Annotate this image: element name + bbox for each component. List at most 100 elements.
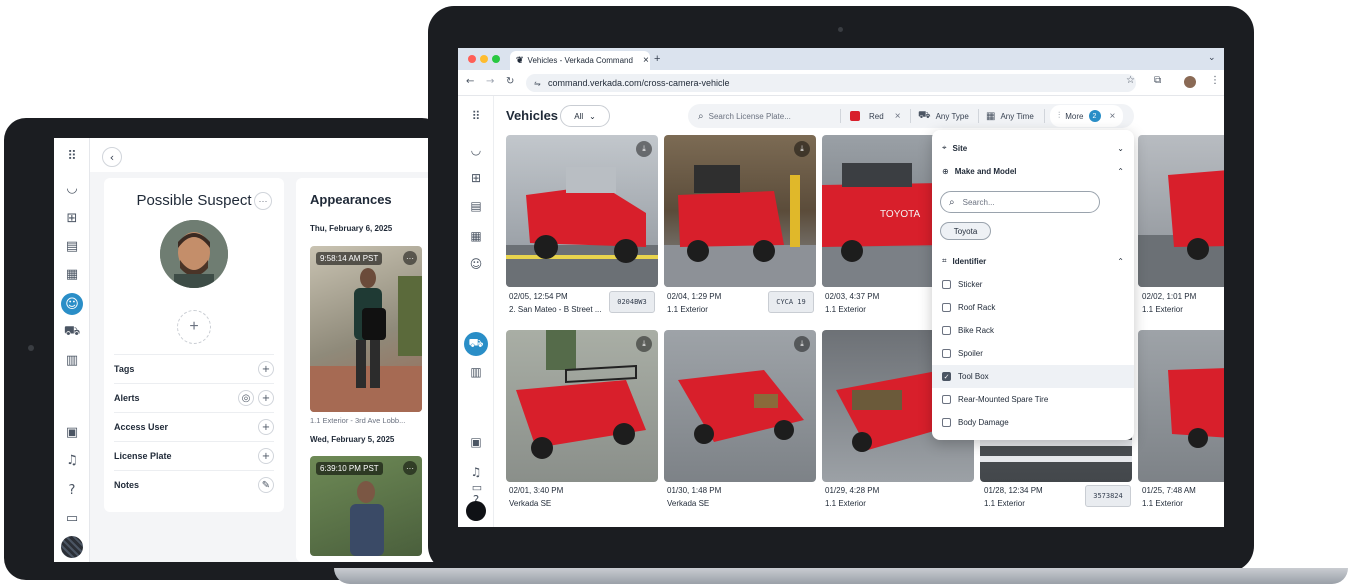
camera-icon[interactable]: ◡: [466, 140, 486, 160]
identifier-option[interactable]: Sticker: [932, 273, 1134, 296]
bookmark-star-icon[interactable]: ☆: [1126, 75, 1135, 86]
vehicle-icon[interactable]: ⛟: [464, 332, 488, 356]
report-icon[interactable]: ▦: [62, 264, 82, 284]
profile-avatar[interactable]: [1184, 76, 1196, 88]
extensions-icon[interactable]: ⧉: [1154, 75, 1161, 86]
window-maximize-icon[interactable]: [492, 55, 500, 63]
thumbnail-more-icon[interactable]: ···: [403, 251, 417, 265]
make-model-section-header[interactable]: ⊕ Make and Model ⌃: [942, 163, 1124, 179]
vehicle-tile[interactable]: [1138, 135, 1224, 287]
browser-menu-icon[interactable]: ⋮: [1210, 75, 1220, 86]
vehicle-icon[interactable]: ⛟: [62, 322, 82, 342]
add-license-plate-button[interactable]: +: [258, 448, 274, 464]
people-icon[interactable]: ☺: [61, 293, 83, 315]
back-icon[interactable]: ‹: [102, 147, 122, 167]
tab-list-icon[interactable]: ⌄: [1208, 53, 1216, 63]
download-icon[interactable]: ⤓: [636, 141, 652, 157]
checkbox-checked[interactable]: ✓: [942, 372, 951, 381]
report-icon[interactable]: ▦: [466, 226, 486, 246]
clear-more-filters-icon[interactable]: ×: [1110, 111, 1116, 122]
user-avatar[interactable]: [466, 501, 486, 521]
license-plate-search[interactable]: ⌕ Search License Plate...: [698, 104, 832, 128]
add-photo-button[interactable]: +: [177, 310, 211, 344]
site-section-header[interactable]: ⌖ Site ⌄: [942, 140, 1124, 156]
vehicle-tile[interactable]: [1138, 330, 1224, 482]
briefcase-icon[interactable]: ▭: [468, 481, 486, 495]
download-icon[interactable]: ⤓: [636, 336, 652, 352]
identifier-section-header[interactable]: ⌗ Identifier ⌃: [942, 253, 1124, 269]
reload-icon[interactable]: ↻: [506, 76, 514, 87]
edit-notes-button[interactable]: ✎: [258, 477, 274, 493]
color-filter-chip[interactable]: Red ×: [850, 104, 901, 128]
thumbnail-more-icon[interactable]: ···: [403, 461, 417, 475]
tile-location: 1.1 Exterior: [984, 499, 1025, 508]
vehicle-tile[interactable]: ⤓: [506, 330, 658, 482]
analytics-icon[interactable]: ▥: [466, 362, 486, 382]
toyota-tailgate-text: TOYOTA: [880, 209, 921, 220]
tile-location: 1.1 Exterior: [825, 305, 866, 314]
people-icon[interactable]: ☺: [466, 254, 486, 274]
vehicle-tile[interactable]: ⤓: [664, 330, 816, 482]
identifier-option[interactable]: Rear-Mounted Spare Tire: [932, 388, 1134, 411]
checkbox[interactable]: [942, 280, 951, 289]
remove-color-filter-icon[interactable]: ×: [895, 111, 901, 122]
apps-grid-icon[interactable]: ⠿: [62, 146, 82, 166]
checkbox[interactable]: [942, 418, 951, 427]
identifier-option-selected[interactable]: ✓ Tool Box: [932, 365, 1134, 388]
identifier-option[interactable]: Spoiler: [932, 342, 1134, 365]
identifier-option[interactable]: Bike Rack: [932, 319, 1134, 342]
add-alert-button[interactable]: +: [258, 390, 274, 406]
make-chip-toyota[interactable]: Toyota: [940, 222, 991, 240]
new-tab-button[interactable]: +: [654, 53, 660, 65]
make-model-search-placeholder: Search...: [962, 197, 995, 207]
back-icon[interactable]: ←: [466, 76, 474, 87]
help-icon[interactable]: ?: [62, 480, 82, 500]
chevron-up-icon: ⌃: [1117, 166, 1124, 176]
license-plate-crop[interactable]: 3573824: [1085, 485, 1131, 507]
grid-view-icon[interactable]: ⊞: [62, 208, 82, 228]
identifier-option[interactable]: Roof Rack: [932, 296, 1134, 319]
appearance-thumbnail[interactable]: 6:39:10 PM PST ···: [310, 456, 422, 556]
grid-view-icon[interactable]: ⊞: [466, 168, 486, 188]
user-avatar[interactable]: [61, 536, 83, 558]
camera-icon[interactable]: ◡: [62, 178, 82, 198]
download-icon[interactable]: ⤓: [794, 141, 810, 157]
alert-settings-button[interactable]: ◎: [238, 390, 254, 406]
bell-icon[interactable]: ♫: [466, 462, 486, 482]
license-plate-crop[interactable]: CYCA 19: [768, 291, 814, 313]
window-minimize-icon[interactable]: [480, 55, 488, 63]
forward-icon[interactable]: →: [486, 76, 494, 87]
browser-tab[interactable]: ❦ Vehicles - Verkada Command ×: [510, 51, 650, 70]
vehicle-tile[interactable]: ⤓: [506, 135, 658, 287]
identifier-option[interactable]: Body Damage: [932, 411, 1134, 434]
checkbox[interactable]: [942, 303, 951, 312]
site-info-icon[interactable]: ⇋: [534, 79, 541, 88]
download-icon[interactable]: ⤓: [794, 336, 810, 352]
time-filter-chip[interactable]: ▦ Any Time: [986, 104, 1034, 128]
make-model-search-input[interactable]: ⌕ Search...: [940, 191, 1100, 213]
add-access-user-button[interactable]: +: [258, 419, 274, 435]
archive-icon[interactable]: ▤: [62, 236, 82, 256]
add-tag-button[interactable]: +: [258, 361, 274, 377]
tab-close-icon[interactable]: ×: [643, 55, 649, 66]
appearance-thumbnail[interactable]: 9:58:14 AM PST ···: [310, 246, 422, 412]
checkbox[interactable]: [942, 349, 951, 358]
document-icon[interactable]: ▣: [62, 422, 82, 442]
address-bar[interactable]: ⇋ command.verkada.com/cross-camera-vehic…: [526, 74, 1136, 92]
window-close-icon[interactable]: [468, 55, 476, 63]
type-filter-chip[interactable]: ⛟ Any Type: [918, 104, 969, 128]
browser-tabbar: ❦ Vehicles - Verkada Command × + ⌄: [458, 48, 1224, 70]
document-icon[interactable]: ▣: [466, 432, 486, 452]
apps-grid-icon[interactable]: ⠿: [466, 106, 486, 126]
analytics-icon[interactable]: ▥: [62, 350, 82, 370]
checkbox[interactable]: [942, 395, 951, 404]
more-filters-chip[interactable]: ⫶ More 2 ×: [1050, 105, 1124, 127]
license-plate-crop[interactable]: 0204BW3: [609, 291, 655, 313]
archive-icon[interactable]: ▤: [466, 196, 486, 216]
vehicle-tile[interactable]: ⤓: [664, 135, 816, 287]
briefcase-icon[interactable]: ▭: [62, 508, 82, 528]
checkbox[interactable]: [942, 326, 951, 335]
scope-dropdown[interactable]: All ⌄: [560, 105, 610, 127]
more-options-button[interactable]: ···: [254, 192, 272, 210]
bell-icon[interactable]: ♫: [62, 450, 82, 470]
